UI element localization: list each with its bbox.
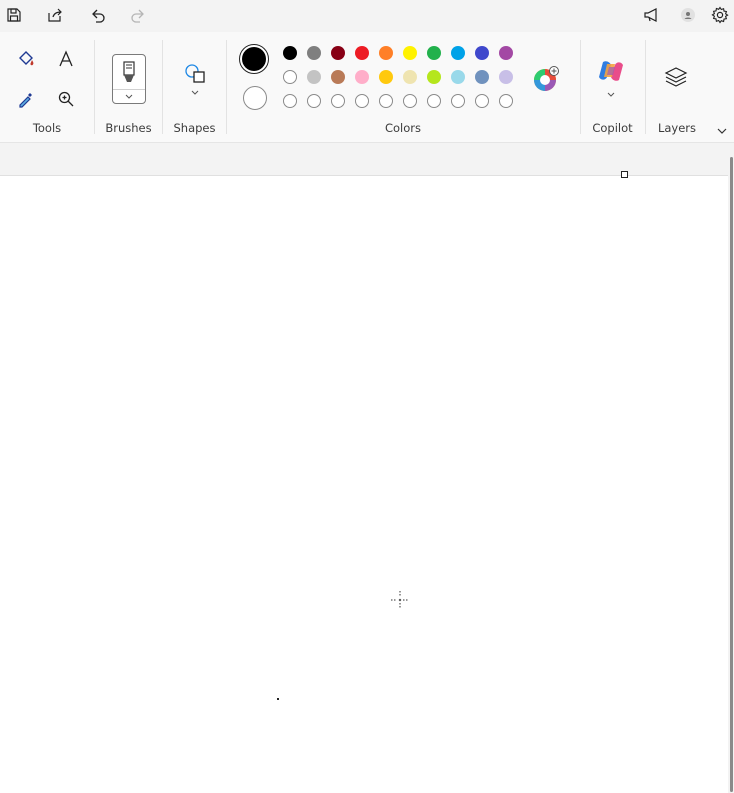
custom-color-slot[interactable]	[379, 94, 393, 108]
custom-color-slot[interactable]	[331, 94, 345, 108]
color-picker-icon[interactable]	[12, 85, 40, 113]
canvas-workspace	[0, 143, 734, 793]
shapes-label: Shapes	[173, 121, 216, 135]
text-tool-icon[interactable]	[52, 45, 80, 73]
ribbon-expand-button[interactable]	[716, 120, 732, 134]
color-swatch[interactable]	[403, 70, 417, 84]
color-swatch[interactable]	[283, 70, 297, 84]
brush-icon	[123, 61, 135, 82]
megaphone-icon[interactable]	[638, 2, 666, 28]
colors-group: Colors	[227, 32, 579, 142]
copilot-button[interactable]	[597, 58, 627, 102]
scrollbar-thumb[interactable]	[730, 157, 733, 792]
color-swatch[interactable]	[451, 46, 465, 60]
redo-icon[interactable]	[124, 2, 152, 28]
ribbon: Tools Brushes Shapes Colors Copilot Laye…	[0, 32, 734, 143]
color-swatch[interactable]	[427, 46, 441, 60]
color-swatch[interactable]	[451, 70, 465, 84]
edit-colors-button[interactable]	[531, 65, 561, 95]
shapes-icon	[185, 64, 205, 83]
layers-group: Layers	[646, 32, 708, 142]
color-swatch[interactable]	[499, 70, 513, 84]
colors-label: Colors	[384, 121, 422, 135]
color-swatch[interactable]	[427, 70, 441, 84]
share-icon[interactable]	[40, 2, 68, 28]
color-swatch[interactable]	[475, 46, 489, 60]
save-icon[interactable]	[0, 2, 28, 28]
fill-bucket-icon[interactable]	[12, 45, 40, 73]
color-swatch[interactable]	[331, 70, 345, 84]
canvas-resize-handle[interactable]	[621, 171, 628, 178]
chevron-down-icon	[191, 90, 199, 95]
color-palette	[283, 46, 523, 112]
custom-color-slot[interactable]	[475, 94, 489, 108]
brushes-group: Brushes	[95, 32, 162, 142]
undo-icon[interactable]	[84, 2, 112, 28]
custom-color-slot[interactable]	[283, 94, 297, 108]
layers-label: Layers	[657, 121, 697, 135]
canvas-dot	[277, 698, 279, 700]
custom-color-slot[interactable]	[427, 94, 441, 108]
color-swatch[interactable]	[307, 70, 321, 84]
color-swatch[interactable]	[475, 70, 489, 84]
secondary-color[interactable]	[243, 86, 267, 110]
magnifier-icon[interactable]	[52, 85, 80, 113]
account-icon[interactable]	[674, 2, 702, 28]
chevron-down-icon	[113, 89, 145, 103]
gear-icon[interactable]	[706, 2, 734, 28]
color-swatch[interactable]	[499, 46, 513, 60]
custom-color-slot[interactable]	[403, 94, 417, 108]
color-swatch[interactable]	[331, 46, 345, 60]
custom-color-slot[interactable]	[451, 94, 465, 108]
title-toolbar	[0, 0, 734, 32]
brushes-label: Brushes	[105, 121, 152, 135]
color-swatch[interactable]	[355, 46, 369, 60]
crosshair-cursor-icon	[390, 590, 410, 610]
color-swatch[interactable]	[355, 70, 369, 84]
shapes-button[interactable]	[181, 60, 209, 100]
copilot-label: Copilot	[592, 121, 633, 135]
primary-color-fill	[242, 47, 266, 71]
chevron-down-icon	[717, 128, 727, 134]
drawing-canvas[interactable]	[0, 171, 728, 793]
copilot-icon	[599, 61, 623, 81]
color-swatch[interactable]	[403, 46, 417, 60]
tools-label: Tools	[32, 121, 62, 135]
color-swatch[interactable]	[379, 46, 393, 60]
shapes-group: Shapes	[163, 32, 226, 142]
primary-color[interactable]	[239, 44, 269, 74]
tools-group: Tools	[0, 32, 94, 142]
color-swatch[interactable]	[307, 46, 321, 60]
color-wheel-icon	[534, 66, 559, 91]
chevron-down-icon	[607, 92, 615, 97]
vertical-scrollbar[interactable]	[728, 151, 734, 792]
copilot-group: Copilot	[581, 32, 644, 142]
brushes-button[interactable]	[112, 54, 146, 104]
color-swatch[interactable]	[283, 46, 297, 60]
custom-color-slot[interactable]	[355, 94, 369, 108]
layers-button[interactable]	[664, 66, 690, 92]
custom-color-slot[interactable]	[307, 94, 321, 108]
layers-icon	[664, 67, 688, 87]
custom-color-slot[interactable]	[499, 94, 513, 108]
color-swatch[interactable]	[379, 70, 393, 84]
